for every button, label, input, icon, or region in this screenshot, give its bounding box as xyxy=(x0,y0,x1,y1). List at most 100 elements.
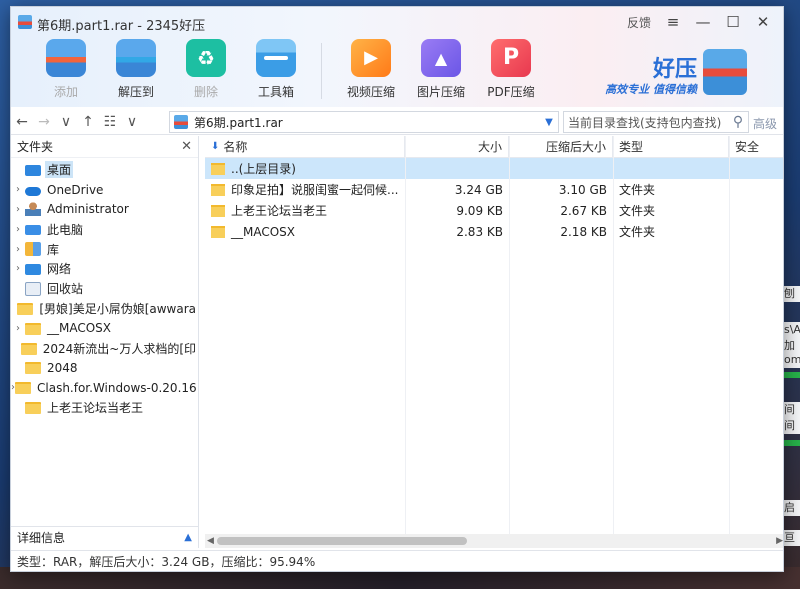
close-button[interactable]: ✕ xyxy=(751,11,775,33)
expand-arrow-icon[interactable]: › xyxy=(11,204,25,215)
folder-icon xyxy=(25,362,41,375)
file-type xyxy=(613,158,729,179)
file-size: 2.83 KB xyxy=(456,224,503,239)
column-divider xyxy=(613,136,614,534)
toolbar-divider xyxy=(321,43,322,99)
haozip-window: 第6期.part1.rar - 2345好压 反馈 ≡ — ☐ ✕ 添加 解压到… xyxy=(10,6,784,572)
history-dropdown-icon[interactable]: ∨ xyxy=(55,111,77,133)
extract-to-button[interactable]: 解压到 xyxy=(101,39,171,103)
background-window-text: 间 xyxy=(784,418,800,434)
tree-item-network[interactable]: › 网络 xyxy=(11,259,198,279)
path-bar[interactable]: 第6期.part1.rar ▼ xyxy=(169,111,559,133)
file-packed-size: 3.10 GB xyxy=(558,182,607,197)
file-row[interactable]: 上老王论坛当老王 9.09 KB 2.67 KB 文件夹 xyxy=(205,200,783,221)
scroll-right-icon[interactable]: ▶ xyxy=(776,534,783,548)
image-label: 图片压缩 xyxy=(416,85,465,99)
add-icon xyxy=(46,39,86,77)
scroll-left-icon[interactable]: ◀ xyxy=(207,534,214,548)
toolbox-button[interactable]: 工具箱 xyxy=(241,39,311,103)
back-arrow-icon[interactable]: ← xyxy=(11,111,33,133)
feedback-link[interactable]: 反馈 xyxy=(627,14,655,31)
video-icon xyxy=(351,39,391,77)
file-name: ..(上层目录) xyxy=(231,162,296,176)
main-toolbar: 添加 解压到 删除 工具箱 视频压缩 图片压缩 xyxy=(31,39,546,103)
details-toggle[interactable]: 详细信息 ▲ xyxy=(11,526,198,548)
tree-item-folder[interactable]: 上老王论坛当老王 xyxy=(11,398,198,418)
pdf-compress-button[interactable]: PDF压缩 xyxy=(476,39,546,103)
file-packed-size: 2.18 KB xyxy=(560,224,607,239)
column-header-name[interactable]: ⬇ 名称 xyxy=(205,136,405,157)
tree-item-folder[interactable]: › __MACOSX xyxy=(11,318,198,338)
search-box[interactable]: 当前目录查找(支持包内查找) ⚲ xyxy=(563,111,749,133)
expand-arrow-icon[interactable]: › xyxy=(11,263,25,274)
file-row[interactable]: 印象足拍】说服闺蜜一起伺候... 3.24 GB 3.10 GB 文件夹 xyxy=(205,179,783,200)
advanced-search-link[interactable]: 高级 xyxy=(753,115,777,132)
background-window-text: om] xyxy=(784,352,800,368)
desktop-icon xyxy=(25,164,41,176)
menu-icon[interactable]: ≡ xyxy=(661,11,685,33)
tree-item-label: 库 xyxy=(47,242,60,257)
column-header-packed-size[interactable]: 压缩后大小 xyxy=(509,136,613,157)
image-compress-button[interactable]: 图片压缩 xyxy=(406,39,476,103)
column-header-security[interactable]: 安全 xyxy=(729,136,783,157)
folder-tree: 桌面 › OneDrive › Administrator › 此电脑 › 库 xyxy=(11,158,198,417)
column-header-size[interactable]: 大小 xyxy=(405,136,509,157)
file-type: 文件夹 xyxy=(619,204,656,218)
close-icon[interactable]: ✕ xyxy=(181,139,192,154)
tree-item-label: Clash.for.Windows-0.20.16 xyxy=(37,380,197,395)
expand-arrow-icon[interactable]: › xyxy=(11,184,25,195)
scrollbar-thumb[interactable] xyxy=(217,537,467,545)
file-list: ⬇ 名称 大小 压缩后大小 类型 安全 ..(上层目录) 印象足拍】说服闺蜜一起… xyxy=(205,136,783,548)
forward-arrow-icon[interactable]: → xyxy=(33,111,55,133)
tree-item-this-pc[interactable]: › 此电脑 xyxy=(11,219,198,239)
background-window-text: 刨 xyxy=(784,286,800,302)
header-label: 名称 xyxy=(223,140,248,154)
file-size: 9.09 KB xyxy=(456,203,503,218)
expand-arrow-icon[interactable]: › xyxy=(11,244,25,255)
video-compress-button[interactable]: 视频压缩 xyxy=(336,39,406,103)
horizontal-scrollbar[interactable]: ◀ ▶ xyxy=(205,534,783,548)
file-name: 上老王论坛当老王 xyxy=(231,204,328,218)
cloud-icon xyxy=(25,186,41,196)
up-arrow-icon[interactable]: ↑ xyxy=(77,111,99,133)
tree-item-libraries[interactable]: › 库 xyxy=(11,239,198,259)
path-text: 第6期.part1.rar xyxy=(194,115,283,130)
delete-button[interactable]: 删除 xyxy=(171,39,241,103)
maximize-button[interactable]: ☐ xyxy=(721,11,745,33)
column-header-type[interactable]: 类型 xyxy=(613,136,729,157)
title-bar[interactable]: 第6期.part1.rar - 2345好压 反馈 ≡ — ☐ ✕ xyxy=(11,7,783,37)
file-packed-size: 2.67 KB xyxy=(560,203,607,218)
status-text: 类型：RAR，解压后大小：3.24 GB，压缩比：95.94% xyxy=(17,555,316,569)
brand-slogan: 高效专业 值得信赖 xyxy=(605,83,697,96)
chevron-up-icon[interactable]: ▲ xyxy=(184,532,192,543)
tree-item-recycle-bin[interactable]: 回收站 xyxy=(11,279,198,299)
view-mode-icon[interactable]: ☷ xyxy=(99,111,121,133)
expand-arrow-icon[interactable]: › xyxy=(11,224,25,235)
tree-item-folder[interactable]: [男娘]美足小屌伪娘[awwara xyxy=(11,299,198,319)
column-headers: ⬇ 名称 大小 压缩后大小 类型 安全 xyxy=(205,136,783,158)
background-window-text: 启 xyxy=(784,500,800,516)
app-icon xyxy=(18,15,32,29)
brand-logo: 好压 高效专业 值得信赖 xyxy=(589,45,749,101)
folder-panel: 文件夹 ✕ 桌面 › OneDrive › Administrator › 此电… xyxy=(11,136,199,548)
file-row-parent[interactable]: ..(上层目录) xyxy=(205,158,783,179)
search-icon[interactable]: ⚲ xyxy=(728,114,748,130)
tree-item-onedrive[interactable]: › OneDrive xyxy=(11,180,198,200)
tree-item-folder[interactable]: › Clash.for.Windows-0.20.16 xyxy=(11,378,198,398)
tree-item-desktop[interactable]: 桌面 xyxy=(11,160,198,180)
minimize-button[interactable]: — xyxy=(691,11,715,33)
add-button[interactable]: 添加 xyxy=(31,39,101,103)
haozip-logo-icon xyxy=(703,49,747,95)
file-name: 印象足拍】说服闺蜜一起伺候... xyxy=(231,183,399,197)
file-name: __MACOSX xyxy=(231,224,296,239)
column-divider xyxy=(405,136,406,534)
file-row[interactable]: __MACOSX 2.83 KB 2.18 KB 文件夹 xyxy=(205,221,783,242)
tree-item-administrator[interactable]: › Administrator xyxy=(11,200,198,220)
tree-item-folder[interactable]: 2024新流出~万人求档的[印 xyxy=(11,338,198,358)
expand-arrow-icon[interactable]: › xyxy=(11,323,25,334)
tree-item-folder[interactable]: 2048 xyxy=(11,358,198,378)
search-input[interactable]: 当前目录查找(支持包内查找) xyxy=(564,114,728,131)
window-title: 第6期.part1.rar - 2345好压 xyxy=(37,19,206,34)
view-dropdown-icon[interactable]: ∨ xyxy=(121,111,143,133)
path-dropdown-icon[interactable]: ▼ xyxy=(540,117,558,128)
